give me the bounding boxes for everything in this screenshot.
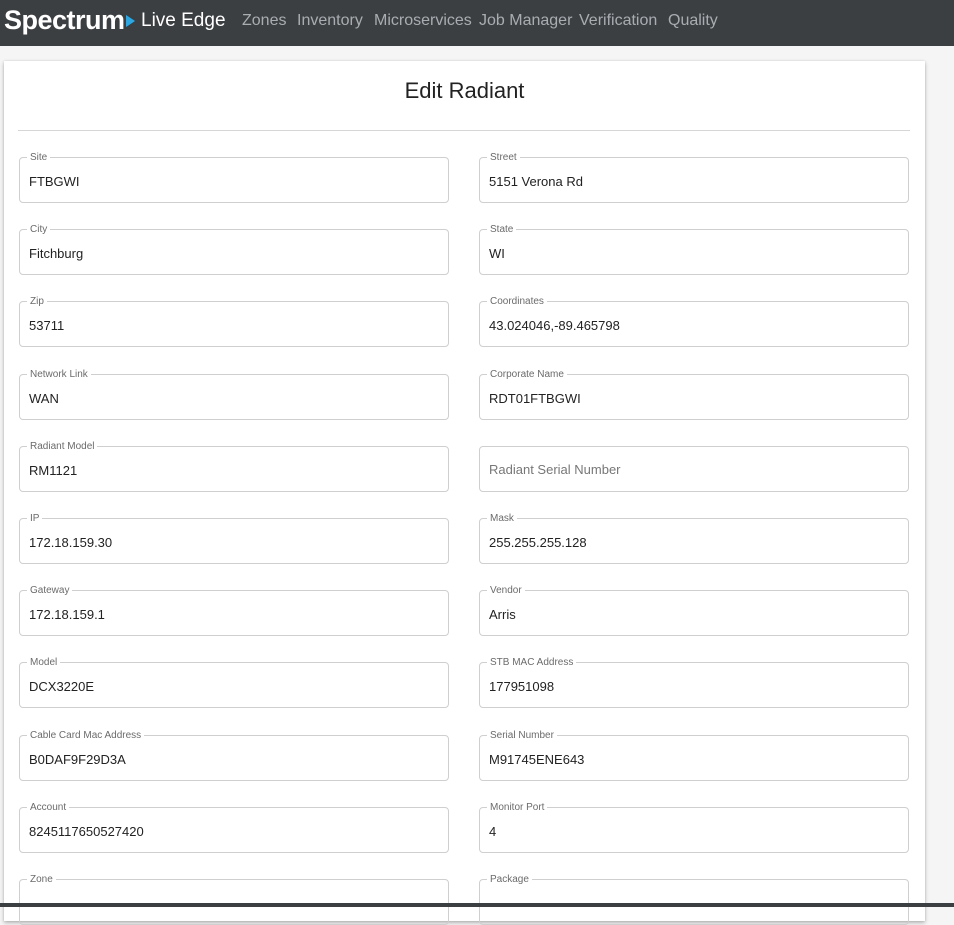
nav-job-manager[interactable]: Job Manager [479,12,572,30]
nav-quality[interactable]: Quality [668,12,718,30]
package-field: Package [479,874,909,925]
play-arrow-icon [125,15,135,27]
coordinates-field: Coordinates [479,296,909,347]
city-label: City [27,224,51,236]
stb-mac-address-input[interactable] [489,674,894,698]
monitor-port-field: Monitor Port [479,802,909,853]
site-input[interactable] [29,169,434,193]
serial-number-field: Serial Number [479,730,909,781]
vendor-label: Vendor [487,585,525,597]
zip-input[interactable] [29,313,434,337]
vendor-input[interactable] [489,602,894,626]
gateway-field: Gateway [19,585,449,636]
state-input[interactable] [489,241,894,265]
spectrum-logo[interactable]: Spectrum [4,5,135,35]
corporate-name-input[interactable] [489,386,894,410]
nav-verification[interactable]: Verification [579,12,657,30]
zone-field: Zone [19,874,449,925]
account-input[interactable] [29,819,434,843]
product-name[interactable]: Live Edge [141,10,226,32]
nav-zones[interactable]: Zones [242,12,286,30]
network-link-field: Network Link [19,369,449,420]
model-input[interactable] [29,674,434,698]
cable-card-mac-address-field: Cable Card Mac Address [19,730,449,781]
account-field: Account [19,802,449,853]
serial-number-label: Serial Number [487,730,557,742]
corporate-name-field: Corporate Name [479,369,909,420]
edit-radiant-card: Edit Radiant Site Street City State Zip … [4,61,925,925]
gateway-label: Gateway [27,585,73,597]
radiant-model-label: Radiant Model [27,441,98,453]
radiant-model-field: Radiant Model [19,441,449,492]
radiant-model-input[interactable] [29,458,434,482]
coordinates-input[interactable] [489,313,894,337]
nav-microservices[interactable]: Microservices [374,12,472,30]
coordinates-label: Coordinates [487,296,547,308]
monitor-port-input[interactable] [489,819,894,843]
package-label: Package [487,874,532,886]
network-link-label: Network Link [27,369,91,381]
stb-mac-address-label: STB MAC Address [487,657,577,669]
zip-label: Zip [27,296,47,308]
radiant-serial-number-input[interactable] [489,457,894,481]
ip-input[interactable] [29,530,434,554]
zip-field: Zip [19,296,449,347]
account-label: Account [27,802,70,814]
cable-card-mac-address-input[interactable] [29,747,434,771]
street-input[interactable] [489,169,894,193]
street-field: Street [479,152,909,203]
monitor-port-label: Monitor Port [487,802,548,814]
radiant-serial-number-field [479,446,909,492]
page-title: Edit Radiant [404,78,525,103]
city-input[interactable] [29,241,434,265]
site-label: Site [27,152,51,164]
state-label: State [487,224,517,236]
zone-label: Zone [27,874,56,886]
city-field: City [19,224,449,275]
corporate-name-label: Corporate Name [487,369,567,381]
model-field: Model [19,657,449,708]
brand-name: Spectrum [4,4,125,35]
network-link-input[interactable] [29,386,434,410]
ip-label: IP [27,513,43,525]
cable-card-mac-address-label: Cable Card Mac Address [27,730,145,742]
street-label: Street [487,152,520,164]
title-divider [18,130,910,131]
mask-label: Mask [487,513,517,525]
top-navbar: Spectrum Live Edge Zones Inventory Micro… [0,0,954,46]
window-bottom-edge [0,903,954,907]
gateway-input[interactable] [29,602,434,626]
mask-input[interactable] [489,530,894,554]
state-field: State [479,224,909,275]
stb-mac-address-field: STB MAC Address [479,657,909,708]
serial-number-input[interactable] [489,747,894,771]
ip-field: IP [19,513,449,564]
site-field: Site [19,152,449,203]
nav-inventory[interactable]: Inventory [297,12,363,30]
vendor-field: Vendor [479,585,909,636]
model-label: Model [27,657,61,669]
mask-field: Mask [479,513,909,564]
